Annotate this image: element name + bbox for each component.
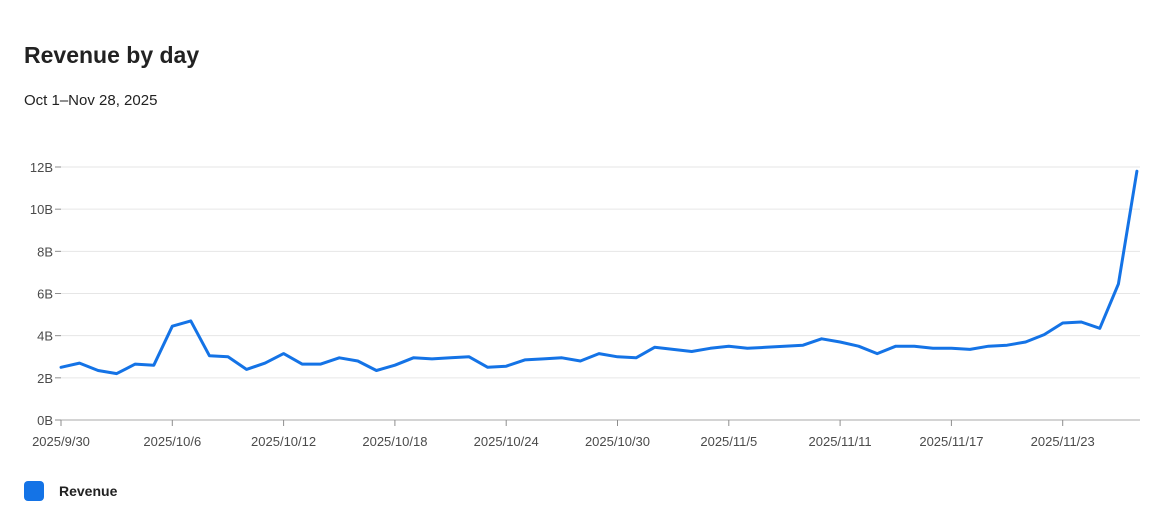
data-point[interactable]: [853, 340, 865, 352]
data-point[interactable]: [92, 364, 104, 376]
data-point[interactable]: [927, 342, 939, 354]
data-point[interactable]: [203, 350, 215, 362]
data-point[interactable]: [964, 343, 976, 355]
data-point[interactable]: [945, 342, 957, 354]
data-point[interactable]: [556, 352, 568, 364]
data-point[interactable]: [797, 339, 809, 351]
x-tick-label: 2025/10/30: [585, 434, 650, 449]
data-point[interactable]: [723, 340, 735, 352]
data-point[interactable]: [352, 355, 364, 367]
series-layer: [55, 165, 1143, 380]
data-point[interactable]: [259, 357, 271, 369]
data-point[interactable]: [370, 364, 382, 376]
data-point[interactable]: [667, 343, 679, 355]
data-point[interactable]: [500, 360, 512, 372]
data-point[interactable]: [871, 348, 883, 360]
y-tick-label: 6B: [37, 287, 53, 302]
data-point[interactable]: [222, 351, 234, 363]
data-point[interactable]: [426, 353, 438, 365]
data-point[interactable]: [129, 358, 141, 370]
x-tick-label: 2025/10/6: [143, 434, 201, 449]
data-point[interactable]: [649, 341, 661, 353]
x-tick-label: 2025/11/5: [700, 434, 757, 449]
y-tick-label: 2B: [37, 371, 53, 386]
data-point[interactable]: [296, 358, 308, 370]
y-tick-label: 4B: [37, 329, 53, 344]
data-point[interactable]: [148, 359, 160, 371]
data-point[interactable]: [1131, 165, 1143, 177]
data-point[interactable]: [593, 348, 605, 360]
data-point[interactable]: [55, 361, 67, 373]
data-point[interactable]: [612, 351, 624, 363]
data-point[interactable]: [166, 320, 178, 332]
data-point[interactable]: [1038, 329, 1050, 341]
data-point[interactable]: [1112, 278, 1124, 290]
data-point[interactable]: [778, 340, 790, 352]
data-point[interactable]: [1020, 336, 1032, 348]
gridlines: [61, 166, 1140, 421]
data-point[interactable]: [241, 363, 253, 375]
x-tick-label: 2025/11/11: [809, 434, 872, 449]
legend[interactable]: Revenue: [24, 481, 117, 501]
data-point[interactable]: [389, 359, 401, 371]
x-tick-label: 2025/11/23: [1031, 434, 1095, 449]
data-point[interactable]: [463, 351, 475, 363]
data-point[interactable]: [908, 340, 920, 352]
axes: 0B 2B 4B 6B 8B 10B 12B 2025/9/30 2025/10/6 2025/1…: [30, 160, 1095, 449]
x-tick-label: 2025/10/18: [362, 434, 427, 449]
data-point[interactable]: [686, 345, 698, 357]
data-point[interactable]: [407, 352, 419, 364]
y-tick-label: 8B: [37, 244, 53, 259]
data-point[interactable]: [1094, 322, 1106, 334]
data-point[interactable]: [315, 358, 327, 370]
data-point[interactable]: [760, 341, 772, 353]
data-point[interactable]: [816, 333, 828, 345]
x-tick-label: 2025/10/24: [474, 434, 539, 449]
data-point[interactable]: [741, 342, 753, 354]
data-point[interactable]: [890, 340, 902, 352]
y-tick-label: 0B: [37, 413, 53, 428]
x-tick-label: 2025/10/12: [251, 434, 316, 449]
data-point[interactable]: [1057, 317, 1069, 329]
legend-swatch[interactable]: [24, 481, 44, 501]
data-point[interactable]: [185, 315, 197, 327]
data-point[interactable]: [333, 352, 345, 364]
series-line-revenue[interactable]: [59, 169, 1139, 376]
data-point[interactable]: [519, 354, 531, 366]
data-point[interactable]: [537, 353, 549, 365]
data-point[interactable]: [111, 368, 123, 380]
x-tick-label: 2025/11/17: [919, 434, 983, 449]
data-point[interactable]: [1001, 339, 1013, 351]
revenue-line-chart: 0B 2B 4B 6B 8B 10B 12B 2025/9/30 2025/10/6 2025/1…: [30, 160, 1143, 449]
data-point[interactable]: [1075, 316, 1087, 328]
x-tick-label: 2025/9/30: [32, 434, 90, 449]
data-point[interactable]: [574, 355, 586, 367]
data-point[interactable]: [983, 340, 995, 352]
y-tick-label: 12B: [30, 160, 53, 175]
y-tick-label: 10B: [30, 202, 53, 217]
data-point[interactable]: [834, 336, 846, 348]
data-point[interactable]: [445, 352, 457, 364]
data-point[interactable]: [704, 342, 716, 354]
legend-label-revenue[interactable]: Revenue: [59, 483, 117, 499]
data-point[interactable]: [630, 352, 642, 364]
data-point[interactable]: [482, 361, 494, 373]
data-point[interactable]: [74, 357, 86, 369]
data-point[interactable]: [278, 348, 290, 360]
